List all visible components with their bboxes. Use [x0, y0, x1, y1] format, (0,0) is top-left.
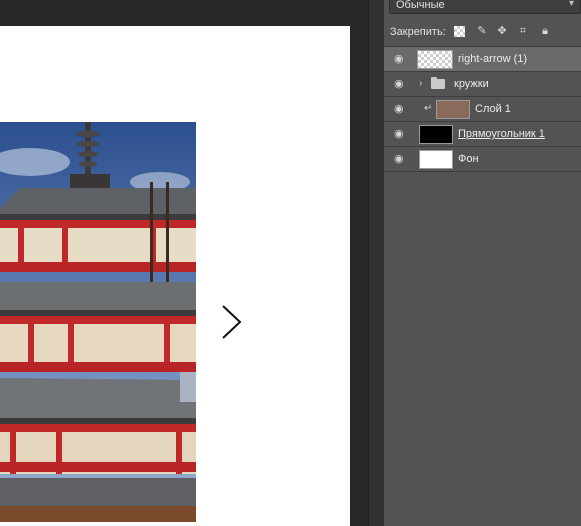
layer-name: Фон [458, 153, 479, 165]
layer-name: кружки [454, 78, 489, 90]
layer-name: Слой 1 [475, 103, 511, 115]
chevron-down-icon: ▾ [568, 0, 574, 9]
layer-thumbnail [417, 50, 453, 69]
eye-icon[interactable]: ◉ [394, 153, 408, 165]
layers-list: ◉ right-arrow (1) ◉ › кружки ◉ ↵ Слой 1 … [384, 46, 581, 172]
layer-right-arrow[interactable]: ◉ right-arrow (1) [384, 47, 581, 72]
layer-rectangle-1[interactable]: ◉ Прямоугольник 1 [384, 122, 581, 147]
layer-background[interactable]: ◉ Фон [384, 147, 581, 172]
clip-icon: ↵ [424, 103, 433, 114]
lock-brush-icon[interactable]: ✎ [475, 24, 489, 38]
lock-artboard-icon[interactable]: ⌗ [516, 24, 530, 38]
panel-divider [368, 0, 384, 526]
document-canvas[interactable] [0, 26, 350, 526]
lock-all-icon[interactable]: 🔒︎ [538, 24, 552, 38]
lock-bar: Закрепить: ✎ ✥ ⌗ 🔒︎ [384, 20, 581, 44]
layer-name: Прямоугольник 1 [458, 128, 545, 140]
layer-thumbnail [419, 150, 453, 169]
blend-mode-value: Обычные [396, 0, 445, 11]
lock-label: Закрепить: [390, 26, 446, 38]
eye-icon[interactable]: ◉ [394, 53, 408, 65]
layer-sloy-1[interactable]: ◉ ↵ Слой 1 [384, 97, 581, 122]
chevron-right-icon[interactable]: › [419, 78, 422, 89]
folder-icon [431, 77, 445, 89]
layer-thumbnail [436, 100, 470, 119]
eye-icon[interactable]: ◉ [394, 78, 408, 90]
blend-mode-select[interactable]: Обычные ▾ [389, 0, 581, 14]
layer-group-kruzhki[interactable]: ◉ › кружки [384, 72, 581, 97]
eye-icon[interactable]: ◉ [394, 103, 408, 115]
eye-icon[interactable]: ◉ [394, 128, 408, 140]
lock-move-icon[interactable]: ✥ [495, 24, 509, 38]
layer-thumbnail [419, 125, 453, 144]
pagoda-photo [0, 122, 196, 522]
layer-name: right-arrow (1) [458, 53, 528, 65]
lock-pixels-icon[interactable] [454, 26, 465, 37]
canvas-workspace[interactable] [0, 0, 368, 526]
right-arrow-icon [220, 304, 244, 345]
layers-panel: Обычные ▾ Закрепить: ✎ ✥ ⌗ 🔒︎ ◉ right-ar… [384, 0, 581, 526]
